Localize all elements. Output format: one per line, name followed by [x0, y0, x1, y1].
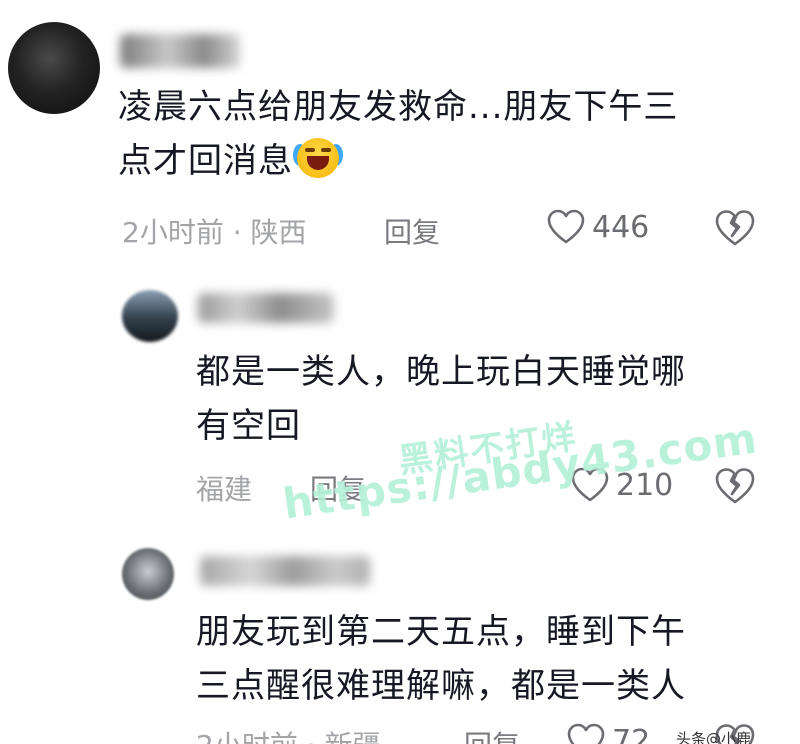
username-blurred[interactable] [120, 34, 240, 68]
comment-text-line: 点才回消息 [118, 141, 293, 181]
like-count: 72 [612, 723, 651, 744]
broken-heart-icon[interactable] [714, 208, 756, 248]
username-blurred[interactable] [198, 293, 334, 323]
comment-text: 朋友玩到第二天五点，睡到下午 三点醒很难理解嘛，都是一类人 [196, 605, 756, 713]
laughing-crying-emoji-icon [293, 136, 343, 180]
avatar[interactable] [122, 548, 174, 600]
heart-icon [547, 209, 585, 244]
comment-text-line: 朋友玩到第二天五点，睡到下午 [196, 612, 686, 652]
heart-icon [567, 723, 605, 744]
comment-text-line: 三点醒很难理解嘛，都是一类人 [196, 666, 686, 706]
reply-button[interactable]: 回复 [384, 211, 440, 251]
username-blurred[interactable] [200, 556, 370, 586]
source-watermark: 头条@小鹿 [676, 730, 752, 744]
like-button[interactable]: 72 [566, 722, 650, 744]
avatar[interactable] [8, 22, 100, 114]
comment-text-line: 都是一类人，晚上玩白天睡觉哪 [196, 352, 686, 392]
like-button[interactable]: 446 [546, 208, 649, 246]
broken-heart-icon[interactable] [714, 466, 756, 506]
reply-button[interactable]: 回复 [464, 724, 520, 744]
comment-meta: 2小时前 · 陕西 [122, 216, 307, 249]
like-count: 446 [592, 209, 650, 245]
avatar[interactable] [122, 290, 178, 342]
comment-text: 凌晨六点给朋友发救命...朋友下午三 点才回消息 [118, 80, 758, 188]
comment-meta: 2小时前 · 新疆 [196, 724, 381, 744]
comment-meta: 福建 [196, 473, 253, 506]
comment-text-line: 凌晨六点给朋友发救命...朋友下午三 [118, 87, 679, 127]
